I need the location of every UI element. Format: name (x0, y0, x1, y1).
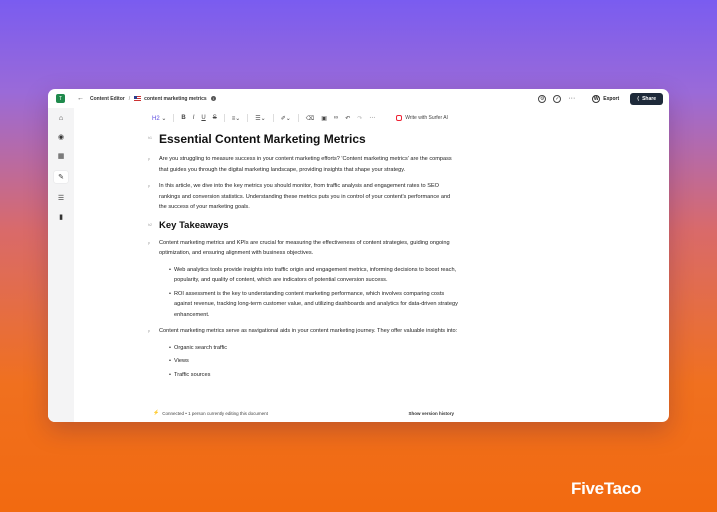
toolbar-divider (173, 114, 175, 122)
list-item[interactable]: ROI assessment is the key to understandi… (169, 289, 459, 321)
list-item[interactable]: Views (169, 356, 459, 367)
heading-dropdown[interactable]: H2 ⌄ (152, 115, 166, 122)
paragraph-text: Content marketing metrics and KPIs are c… (159, 239, 450, 257)
document-icon[interactable]: ☰ (57, 194, 65, 202)
version-history-link[interactable]: Show version history (408, 411, 454, 416)
grid-icon[interactable]: ▦ (57, 152, 65, 160)
top-bar: T ← Content Editor / content marketing m… (48, 89, 669, 108)
chart-icon[interactable]: ▮ (57, 213, 65, 221)
list-item[interactable]: Web analytics tools provide insights int… (169, 265, 459, 286)
heading-text: Key Takeaways (159, 219, 229, 231)
breadcrumb-separator: / (128, 95, 131, 102)
paragraph[interactable]: p In this article, we dive into the key … (148, 181, 459, 213)
us-flag-icon (134, 96, 142, 101)
document-title[interactable]: h1 Essential Content Marketing Metrics (148, 132, 459, 146)
breadcrumb-root[interactable]: Content Editor (90, 96, 125, 102)
block-tag: h2 (148, 222, 152, 227)
surfer-label: Write with Surfer AI (405, 115, 448, 121)
undo-icon[interactable]: ↶ (345, 115, 350, 122)
highlight-icon[interactable]: ✐⌄ (281, 115, 291, 122)
block-tag: p (148, 240, 150, 245)
paragraph-text: In this article, we dive into the key me… (159, 183, 451, 210)
document-content[interactable]: h1 Essential Content Marketing Metrics p… (148, 132, 459, 386)
connected-icon: ⚡ (153, 410, 160, 416)
toolbar-divider (297, 114, 299, 122)
underline-icon[interactable]: U (201, 115, 205, 121)
home-icon[interactable]: ⌂ (57, 114, 65, 122)
settings-icon[interactable]: ⚙ (538, 94, 547, 103)
section-heading[interactable]: h2 Key Takeaways (148, 219, 459, 231)
editor-icon[interactable]: ✎ (54, 171, 68, 183)
redo-icon[interactable]: ↷ (357, 115, 362, 122)
top-bar-actions: ⚙ ✓ ··· W Export ⟨ Share (538, 92, 663, 105)
check-circle-icon[interactable]: ✓ (553, 94, 562, 103)
paragraph-text: Content marketing metrics serve as navig… (159, 328, 458, 334)
block-tag: p (148, 329, 150, 333)
link-icon[interactable]: ∞ (334, 115, 338, 121)
list-item[interactable]: Traffic sources (169, 370, 459, 381)
status-bar: ⚡ Connected • 1 person currently editing… (153, 408, 454, 418)
share-icon: ⟨ (637, 95, 640, 102)
back-arrow-icon[interactable]: ← (77, 95, 84, 102)
toolbar-divider (247, 114, 249, 122)
brain-icon[interactable]: ◉ (57, 133, 65, 141)
share-label: Share (642, 95, 656, 102)
block-tag: h1 (148, 136, 152, 140)
share-button[interactable]: ⟨ Share (630, 92, 663, 105)
wordpress-icon: W (592, 94, 601, 103)
block-tag: p (148, 157, 150, 161)
paragraph[interactable]: p Content marketing metrics serve as nav… (148, 326, 459, 337)
document-name[interactable]: content marketing metrics (144, 96, 207, 102)
connection-status: Connected • 1 person currently editing t… (162, 410, 268, 416)
align-icon[interactable]: ≡⌄ (232, 115, 241, 122)
export-button[interactable]: W Export (588, 93, 623, 105)
editor-main: H2 ⌄ B I U S ≡⌄ ☰⌄ ✐⌄ ⌫ ▣ ∞ ↶ ↷ ··· Writ… (74, 108, 669, 422)
fivetaco-logo: FiveTaco (571, 479, 642, 498)
italic-icon[interactable]: I (193, 115, 195, 121)
bullet-list: Web analytics tools provide insights int… (169, 265, 459, 321)
bullet-list: Organic search traffic Views Traffic sou… (169, 343, 459, 381)
export-label: Export (603, 95, 620, 102)
write-with-surfer-ai-button[interactable]: Write with Surfer AI (396, 115, 448, 121)
app-badge[interactable]: T (56, 94, 65, 103)
bold-icon[interactable]: B (181, 115, 185, 121)
strikethrough-icon[interactable]: S (213, 115, 217, 121)
editor-window: T ← Content Editor / content marketing m… (48, 89, 669, 422)
format-toolbar: H2 ⌄ B I U S ≡⌄ ☰⌄ ✐⌄ ⌫ ▣ ∞ ↶ ↷ ··· Writ… (152, 112, 448, 124)
paragraph[interactable]: p Content marketing metrics and KPIs are… (148, 238, 459, 259)
info-icon[interactable]: i (210, 96, 216, 101)
block-tag: p (148, 184, 150, 188)
list-icon[interactable]: ☰⌄ (255, 115, 265, 122)
title-text: Essential Content Marketing Metrics (159, 132, 366, 146)
list-item[interactable]: Organic search traffic (169, 343, 459, 354)
toolbar-divider (272, 114, 274, 122)
more-options-icon[interactable]: ··· (568, 95, 575, 102)
clear-format-icon[interactable]: ⌫ (306, 115, 314, 122)
more-format-icon[interactable]: ··· (369, 115, 375, 121)
surfer-ai-icon (396, 115, 403, 121)
toolbar-divider (223, 114, 225, 122)
image-icon[interactable]: ▣ (321, 115, 327, 122)
paragraph[interactable]: p Are you struggling to measure success … (148, 154, 459, 175)
heading-label: H2 (152, 115, 160, 122)
left-sidebar: ⌂ ◉ ▦ ✎ ☰ ▮ (48, 108, 74, 422)
paragraph-text: Are you struggling to measure success in… (159, 156, 452, 173)
